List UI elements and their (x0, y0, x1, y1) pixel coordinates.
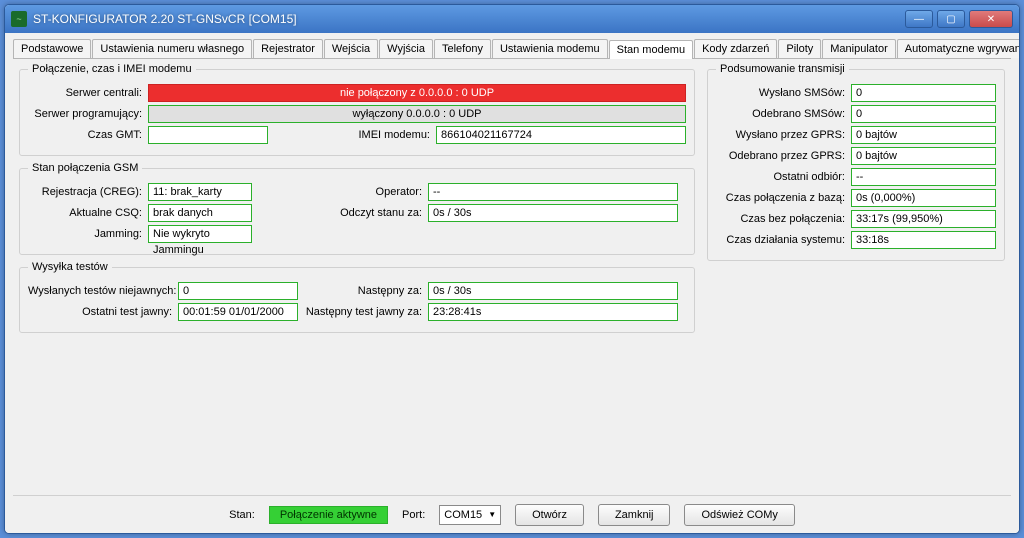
val-uptime: 33:18s (851, 231, 996, 249)
val-recv-gprs: 0 bajtów (851, 147, 996, 165)
refresh-com-button[interactable]: Odśwież COMy (684, 504, 794, 526)
tab-stan-modemu[interactable]: Stan modemu (609, 40, 693, 59)
val-last-test: 00:01:59 01/01/2000 (178, 303, 298, 321)
val-imei: 866104021167724 (436, 126, 686, 144)
tab-auto-wgrywanie[interactable]: Automatyczne wgrywanie ustawień (897, 39, 1020, 58)
lbl-jamming: Jamming: (28, 228, 148, 240)
lbl-odczyt: Odczyt stanu za: (252, 207, 428, 219)
val-serwer-centrali: nie połączony z 0.0.0.0 : 0 UDP (148, 84, 686, 102)
tab-rejestrator[interactable]: Rejestrator (253, 39, 323, 58)
open-button[interactable]: Otwórz (515, 504, 584, 526)
val-no-conn: 33:17s (99,950%) (851, 210, 996, 228)
lbl-serwer-centrali: Serwer centrali: (28, 87, 148, 99)
app-icon: ~ (11, 11, 27, 27)
val-sent-sms: 0 (851, 84, 996, 102)
group-summary: Podsumowanie transmisji Wysłano SMSów: 0 … (707, 63, 1005, 261)
val-czas-gmt (148, 126, 268, 144)
tab-manipulator[interactable]: Manipulator (822, 39, 895, 58)
lbl-last-test: Ostatni test jawny: (28, 306, 178, 318)
lbl-uptime: Czas działania systemu: (716, 234, 851, 246)
group-tests: Wysyłka testów Wysłanych testów niejawny… (19, 261, 695, 333)
combo-port[interactable]: COM15 ▼ (439, 505, 501, 525)
val-next-jawny: 23:28:41s (428, 303, 678, 321)
group-gsm: Stan połączenia GSM Rejestracja (CREG): … (19, 162, 695, 255)
legend-summary: Podsumowanie transmisji (716, 63, 849, 75)
val-next: 0s / 30s (428, 282, 678, 300)
lbl-imei: IMEI modemu: (268, 129, 436, 141)
val-stan: Połączenie aktywne (269, 506, 388, 524)
lbl-creg: Rejestracja (CREG): (28, 186, 148, 198)
tab-telefony[interactable]: Telefony (434, 39, 491, 58)
tab-ustawienia-numeru[interactable]: Ustawienia numeru własnego (92, 39, 252, 58)
lbl-next-jawny: Następny test jawny za: (298, 306, 428, 318)
lbl-czas-gmt: Czas GMT: (28, 129, 148, 141)
lbl-operator: Operator: (252, 186, 428, 198)
val-recv-sms: 0 (851, 105, 996, 123)
client-area: Podstawowe Ustawienia numeru własnego Re… (5, 33, 1019, 533)
legend-gsm: Stan połączenia GSM (28, 162, 142, 174)
lbl-recv-sms: Odebrano SMSów: (716, 108, 851, 120)
lbl-conn-time: Czas połączenia z bazą: (716, 192, 851, 204)
tab-piloty[interactable]: Piloty (778, 39, 821, 58)
close-port-button[interactable]: Zamknij (598, 504, 671, 526)
lbl-sent-sms: Wysłano SMSów: (716, 87, 851, 99)
lbl-port: Port: (402, 509, 425, 521)
val-serwer-prog: wyłączony 0.0.0.0 : 0 UDP (148, 105, 686, 123)
lbl-last-recv: Ostatni odbiór: (716, 171, 851, 183)
tab-kody-zdarzen[interactable]: Kody zdarzeń (694, 39, 777, 58)
val-operator: -- (428, 183, 678, 201)
val-sent-tests: 0 (178, 282, 298, 300)
group-connection: Połączenie, czas i IMEI modemu Serwer ce… (19, 63, 695, 156)
lbl-csq: Aktualne CSQ: (28, 207, 148, 219)
lbl-sent-tests: Wysłanych testów niejawnych: (28, 285, 178, 297)
close-button[interactable]: ✕ (969, 10, 1013, 28)
val-csq: brak danych (148, 204, 252, 222)
titlebar: ~ ST-KONFIGURATOR 2.20 ST-GNSvCR [COM15]… (5, 5, 1019, 33)
tab-content: Połączenie, czas i IMEI modemu Serwer ce… (13, 59, 1011, 495)
lbl-stan: Stan: (229, 509, 255, 521)
val-jamming: Nie wykryto Jammingu (148, 225, 252, 243)
val-creg: 11: brak_karty (148, 183, 252, 201)
lbl-no-conn: Czas bez połączenia: (716, 213, 851, 225)
tab-ustawienia-modemu[interactable]: Ustawienia modemu (492, 39, 608, 58)
tab-wejscia[interactable]: Wejścia (324, 39, 378, 58)
val-conn-time: 0s (0,000%) (851, 189, 996, 207)
lbl-serwer-prog: Serwer programujący: (28, 108, 148, 120)
legend-connection: Połączenie, czas i IMEI modemu (28, 63, 196, 75)
val-sent-gprs: 0 bajtów (851, 126, 996, 144)
window-title: ST-KONFIGURATOR 2.20 ST-GNSvCR [COM15] (33, 12, 905, 26)
lbl-next: Następny za: (298, 285, 428, 297)
tab-strip: Podstawowe Ustawienia numeru własnego Re… (13, 39, 1011, 59)
chevron-down-icon: ▼ (488, 510, 496, 519)
legend-tests: Wysyłka testów (28, 261, 112, 273)
maximize-button[interactable]: ▢ (937, 10, 965, 28)
lbl-recv-gprs: Odebrano przez GPRS: (716, 150, 851, 162)
minimize-button[interactable]: — (905, 10, 933, 28)
tab-wyjscia[interactable]: Wyjścia (379, 39, 433, 58)
combo-port-value: COM15 (444, 509, 482, 521)
tab-podstawowe[interactable]: Podstawowe (13, 39, 91, 58)
lbl-sent-gprs: Wysłano przez GPRS: (716, 129, 851, 141)
val-odczyt: 0s / 30s (428, 204, 678, 222)
val-last-recv: -- (851, 168, 996, 186)
app-window: ~ ST-KONFIGURATOR 2.20 ST-GNSvCR [COM15]… (4, 4, 1020, 534)
footer-bar: Stan: Połączenie aktywne Port: COM15 ▼ O… (13, 495, 1011, 529)
